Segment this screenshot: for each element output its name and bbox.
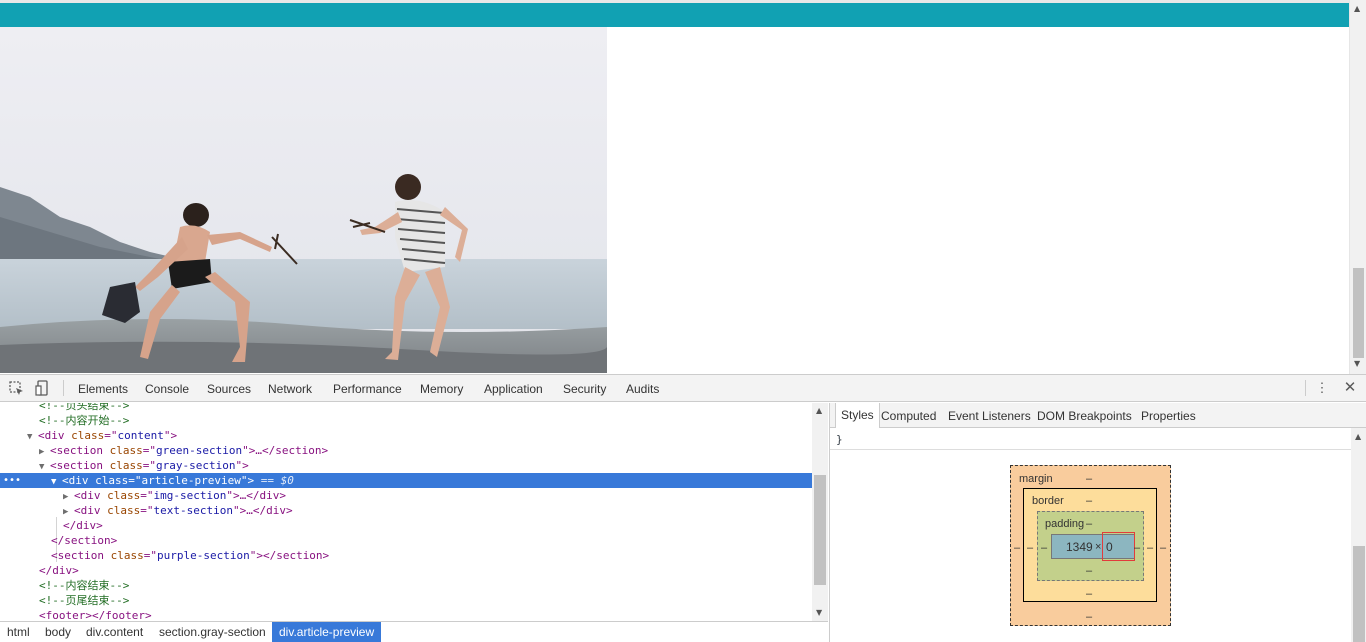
page-viewport: ▲ ▼ (0, 0, 1366, 374)
breadcrumb-gray-section[interactable]: section.gray-section (159, 625, 266, 639)
dom-node-close-div[interactable]: </div> (0, 563, 812, 578)
sidebar-tab-strip: Styles Computed Event Listeners DOM Brea… (830, 403, 1366, 428)
dom-node-purple-section[interactable]: <section class="purple-section"></sectio… (0, 548, 812, 563)
border-label: border (1032, 495, 1064, 507)
dom-node-comment[interactable]: <!--页头结束--> (0, 403, 812, 413)
dom-node-div-content[interactable]: ▼ <div class="content"> (0, 428, 812, 443)
dom-breadcrumb-bar: html body div.content section.gray-secti… (0, 621, 828, 642)
close-icon[interactable]: ✕ (1342, 380, 1358, 396)
sidebar-scroll-thumb[interactable] (1353, 546, 1365, 642)
margin-top-value[interactable]: – (1086, 473, 1092, 485)
tab-event-listeners[interactable]: Event Listeners (948, 409, 1031, 423)
toolbar-separator (1305, 380, 1306, 396)
tab-sources[interactable]: Sources (207, 382, 251, 396)
margin-left-value[interactable]: – (1014, 542, 1020, 554)
tab-audits[interactable]: Audits (626, 382, 659, 396)
dom-node-img-section[interactable]: ▶ <div class="img-section">…</div> (0, 488, 812, 503)
more-options-icon[interactable]: ⋮ (1314, 380, 1330, 396)
tab-performance[interactable]: Performance (333, 382, 402, 396)
content-times-sign: × (1095, 541, 1102, 553)
tab-properties[interactable]: Properties (1141, 409, 1196, 423)
dom-node-close-div[interactable]: </div> (0, 518, 812, 533)
tab-memory[interactable]: Memory (420, 382, 463, 396)
dom-node-comment[interactable]: <!--页尾结束--> (0, 593, 812, 608)
breadcrumb-body[interactable]: body (45, 625, 71, 639)
scroll-down-arrow-icon[interactable]: ▼ (1354, 359, 1360, 369)
tab-console[interactable]: Console (145, 382, 189, 396)
padding-right-value[interactable]: – (1134, 542, 1140, 554)
styles-sidebar: Styles Computed Event Listeners DOM Brea… (829, 403, 1366, 642)
margin-right-value[interactable]: – (1160, 542, 1166, 554)
dom-node-gray-section[interactable]: ▼ <section class="gray-section"> (0, 458, 812, 473)
tab-dom-breakpoints[interactable]: DOM Breakpoints (1037, 409, 1132, 423)
scroll-up-arrow-icon[interactable]: ▲ (816, 406, 822, 416)
tab-computed[interactable]: Computed (881, 409, 936, 423)
scroll-up-arrow-icon[interactable]: ▲ (1355, 432, 1361, 442)
page-scroll-thumb[interactable] (1353, 268, 1364, 358)
inspect-element-icon[interactable] (8, 380, 24, 396)
padding-bottom-value[interactable]: – (1086, 565, 1092, 577)
page-vertical-scrollbar[interactable]: ▲ ▼ (1349, 0, 1366, 374)
elements-dom-tree: <!--页头结束--> <!--内容开始--> ▼ <div class="con… (0, 403, 828, 621)
margin-label: margin (1019, 473, 1053, 485)
breadcrumb-article-preview[interactable]: div.article-preview (272, 622, 382, 642)
tab-security[interactable]: Security (563, 382, 606, 396)
dom-node-footer[interactable]: <footer></footer> (0, 608, 812, 621)
dom-node-comment[interactable]: <!--内容结束--> (0, 578, 812, 593)
dom-node-article-preview-selected[interactable]: ••• ▼ <div class="article-preview"> == $0 (0, 473, 812, 488)
tab-network[interactable]: Network (268, 382, 312, 396)
elements-scroll-thumb[interactable] (814, 475, 826, 585)
more-actions-icon[interactable]: ••• (3, 473, 21, 488)
devtools-panel: Elements Console Sources Network Perform… (0, 374, 1366, 642)
beach-fencing-photo (0, 27, 607, 373)
device-toolbar-icon[interactable] (35, 380, 51, 396)
dom-node-comment[interactable]: <!--内容开始--> (0, 413, 812, 428)
scroll-up-arrow-icon[interactable]: ▲ (1354, 4, 1360, 14)
breadcrumb-div-content[interactable]: div.content (86, 625, 143, 639)
dom-node-text-section[interactable]: ▶ <div class="text-section">…</div> (0, 503, 812, 518)
padding-left-value[interactable]: – (1041, 542, 1047, 554)
border-top-value[interactable]: – (1086, 495, 1092, 507)
scroll-down-arrow-icon[interactable]: ▼ (816, 608, 822, 618)
sidebar-scrollbar[interactable]: ▲ (1351, 428, 1366, 642)
border-left-value[interactable]: – (1027, 542, 1033, 554)
dom-node-green-section[interactable]: ▶ <section class="green-section">…</secti… (0, 443, 812, 458)
hero-photo (0, 27, 607, 373)
styles-divider (830, 449, 1351, 450)
toolbar-separator (63, 380, 64, 396)
content-width-value[interactable]: 1349 (1066, 540, 1093, 554)
page-header-bar (0, 0, 1349, 27)
dom-node-close-section[interactable]: </section> (0, 533, 812, 548)
padding-top-value[interactable]: – (1086, 518, 1092, 530)
padding-label: padding (1045, 518, 1085, 530)
tab-elements[interactable]: Elements (78, 382, 128, 396)
tab-application[interactable]: Application (484, 382, 543, 396)
breadcrumb-html[interactable]: html (7, 625, 30, 639)
border-right-value[interactable]: – (1147, 542, 1153, 554)
css-rule-closing-brace: } (836, 433, 843, 446)
elements-scrollbar[interactable]: ▲ ▼ (812, 403, 828, 621)
border-bottom-value[interactable]: – (1086, 588, 1092, 600)
margin-bottom-value[interactable]: – (1086, 611, 1092, 623)
tab-styles[interactable]: Styles (835, 403, 880, 428)
content-height-value[interactable]: 0 (1106, 540, 1113, 554)
devtools-toolbar: Elements Console Sources Network Perform… (0, 375, 1366, 402)
